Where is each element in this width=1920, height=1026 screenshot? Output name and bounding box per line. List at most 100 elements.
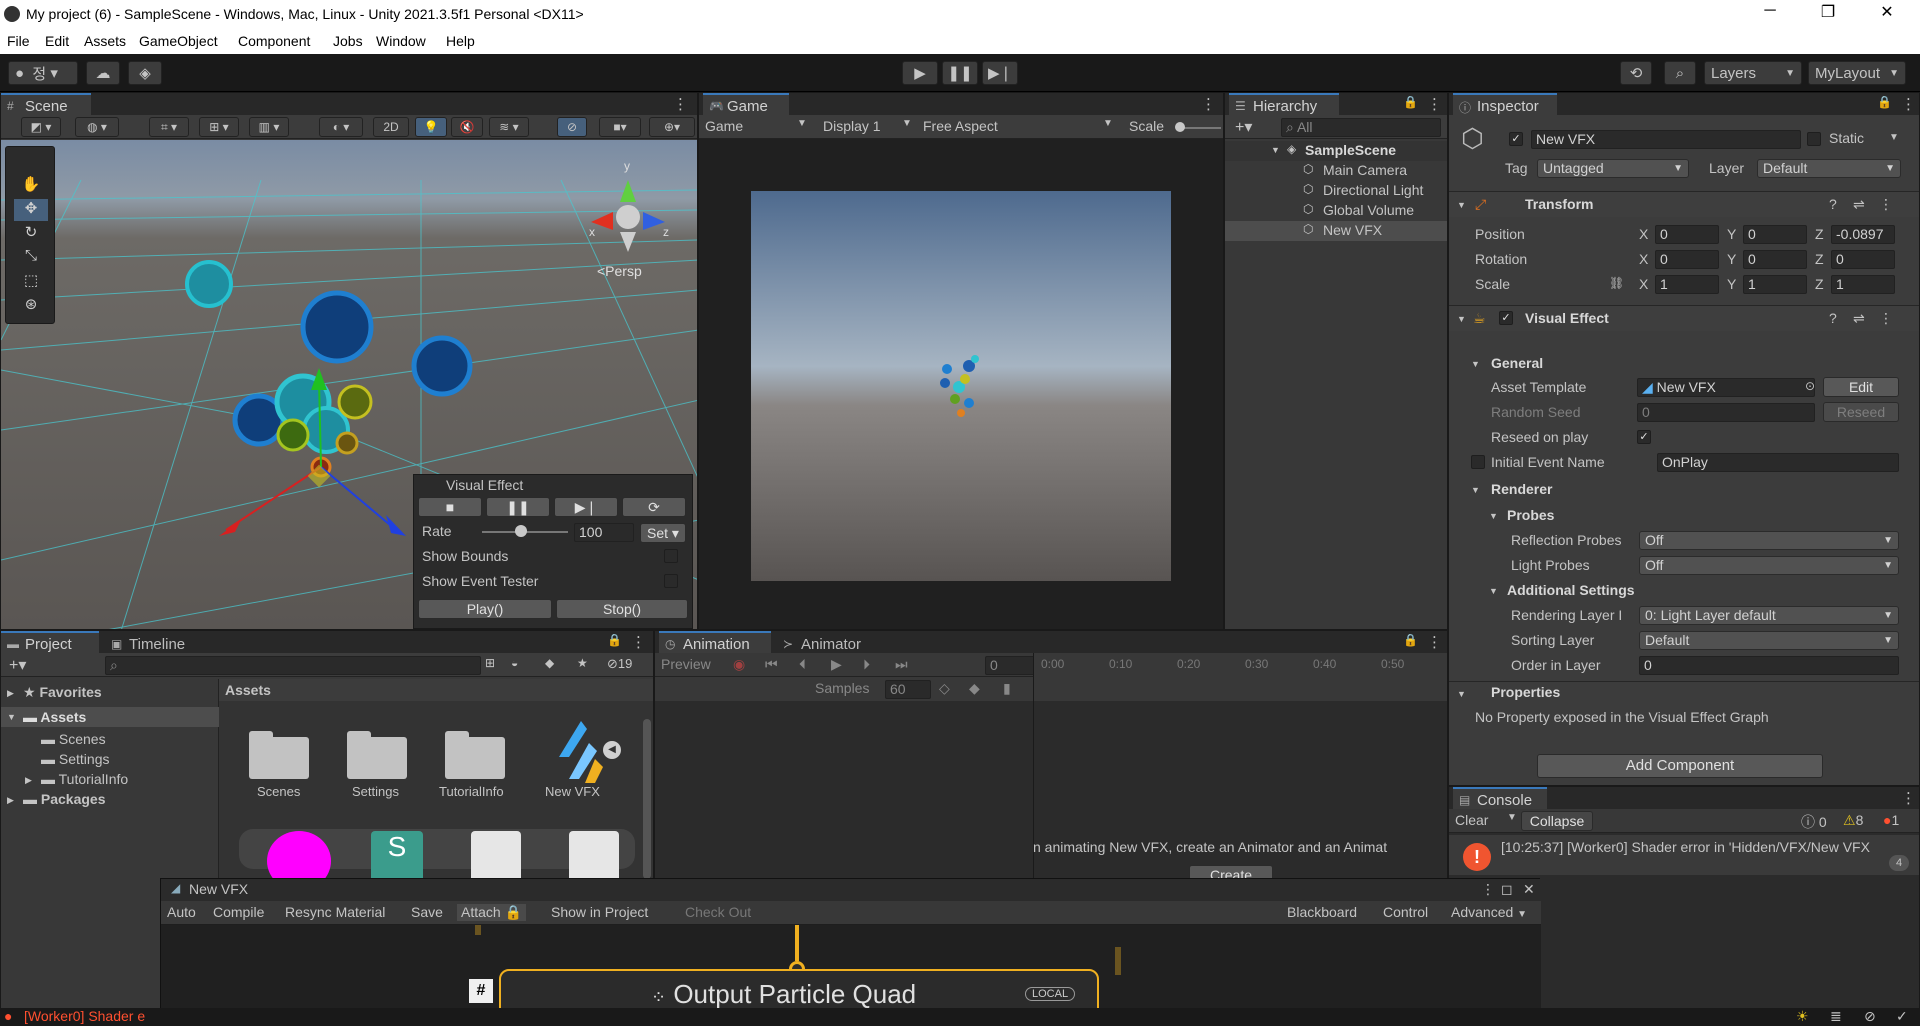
- vfx-restart-button[interactable]: ⟳: [622, 497, 686, 517]
- check-icon[interactable]: ✓: [1896, 1008, 1908, 1025]
- tab-timeline[interactable]: ▣ Timeline: [105, 631, 205, 653]
- tab-game[interactable]: 🎮 Game: [703, 93, 789, 115]
- expand-triangle-icon[interactable]: ▼: [1471, 359, 1480, 369]
- compile-button[interactable]: Compile: [213, 904, 264, 920]
- hierarchy-search-input[interactable]: ⌕ All: [1281, 118, 1441, 137]
- chevron-down-icon[interactable]: ▼: [1507, 812, 1517, 823]
- visual-effect-enabled-checkbox[interactable]: ✓: [1499, 311, 1513, 325]
- node-space-badge[interactable]: LOCAL: [1025, 987, 1076, 1001]
- asset-folder-tutorialinfo[interactable]: [445, 729, 505, 779]
- sorting-layer-dropdown[interactable]: Default ▼: [1639, 631, 1899, 650]
- scale-slider[interactable]: [1175, 122, 1221, 132]
- timeline-ruler[interactable]: 0:00 0:10 0:20 0:30 0:40 0:50: [1033, 653, 1447, 701]
- favorite-star-icon[interactable]: ★: [577, 656, 588, 670]
- game-menu-icon[interactable]: ⋮: [1201, 95, 1216, 113]
- aspect-dropdown[interactable]: Free Aspect: [923, 118, 998, 134]
- preset-icon[interactable]: ⇌: [1853, 310, 1865, 327]
- vfx-step-button[interactable]: ▶❘: [554, 497, 618, 517]
- effects-dropdown[interactable]: ≋ ▾: [489, 117, 529, 137]
- vfx-asset-thumbnail[interactable]: [549, 719, 609, 789]
- grid-snap-dropdown[interactable]: ⌗ ▾: [149, 117, 189, 137]
- layers-dropdown[interactable]: Layers ▼: [1704, 61, 1802, 85]
- menu-edit[interactable]: Edit: [45, 33, 69, 49]
- add-event-icon[interactable]: ▮: [1003, 680, 1011, 697]
- first-key-icon[interactable]: ⏮: [765, 656, 778, 673]
- object-name-field[interactable]: New VFX: [1531, 130, 1801, 149]
- rotation-x-field[interactable]: 0: [1655, 250, 1719, 269]
- account-dropdown[interactable]: ● 정 ▾: [8, 61, 78, 85]
- tree-folder-settings[interactable]: ▬ Settings: [41, 751, 109, 767]
- play-button[interactable]: ▶: [902, 61, 938, 85]
- lock-icon[interactable]: 🔒: [1403, 95, 1418, 109]
- mode-2d-toggle[interactable]: 2D: [373, 117, 409, 137]
- ruler-dropdown[interactable]: ▥ ▾: [249, 117, 289, 137]
- console-entry[interactable]: ! [10:25:37] [Worker0] Shader error in '…: [1449, 835, 1919, 875]
- play-icon[interactable]: ▶: [831, 656, 842, 673]
- collapse-toggle[interactable]: Collapse: [1521, 811, 1593, 831]
- hierarchy-item-selected[interactable]: ⬡ New VFX: [1225, 221, 1447, 241]
- asset-folder-scenes[interactable]: [249, 729, 309, 779]
- persp-label[interactable]: <Persp: [597, 263, 642, 279]
- attach-toggle[interactable]: Attach 🔒: [457, 904, 527, 921]
- collab-button[interactable]: ◈: [128, 61, 162, 85]
- expand-triangle-icon[interactable]: ▼: [1489, 511, 1498, 521]
- close-icon[interactable]: ✕: [1523, 881, 1535, 898]
- reseed-on-play-checkbox[interactable]: ✓: [1637, 430, 1651, 444]
- collapse-triangle-icon[interactable]: ▶: [25, 775, 32, 786]
- edit-asset-button[interactable]: Edit: [1823, 377, 1899, 397]
- advanced-dropdown[interactable]: Advanced ▼: [1451, 904, 1527, 920]
- blackboard-toggle[interactable]: Blackboard: [1287, 904, 1357, 920]
- frame-field[interactable]: 0: [985, 656, 1035, 675]
- breadcrumb-assets[interactable]: Assets: [225, 682, 271, 698]
- project-scrollbar[interactable]: [643, 719, 651, 879]
- hierarchy-item[interactable]: ⬡ Main Camera: [1225, 161, 1447, 181]
- show-bounds-checkbox[interactable]: [664, 549, 678, 563]
- hierarchy-scene-row[interactable]: ▼ ◈ SampleScene: [1225, 141, 1447, 161]
- samples-field[interactable]: 60: [885, 680, 931, 699]
- general-foldout[interactable]: General: [1491, 355, 1543, 371]
- transform-header[interactable]: ▼ ⤢ Transform ? ⇌ ⋮: [1449, 191, 1919, 217]
- assets-tree-item[interactable]: ▼ ▬ Assets: [1, 707, 219, 727]
- add-component-button[interactable]: Add Component: [1537, 754, 1823, 778]
- rotation-y-field[interactable]: 0: [1743, 250, 1807, 269]
- tab-animator[interactable]: ≻ Animator: [777, 631, 881, 653]
- order-in-layer-field[interactable]: 0: [1639, 656, 1899, 675]
- layout-dropdown[interactable]: MyLayout ▼: [1808, 61, 1906, 85]
- layer-dropdown[interactable]: Default ▼: [1757, 159, 1901, 178]
- tab-project[interactable]: ▬ Project: [1, 631, 99, 653]
- rotate-tool-icon[interactable]: ↻: [14, 223, 48, 245]
- expand-triangle-icon[interactable]: ▼: [1489, 586, 1498, 596]
- prev-key-icon[interactable]: ⏴: [799, 656, 806, 673]
- reflection-probes-dropdown[interactable]: Off ▼: [1639, 531, 1899, 550]
- audio-toggle[interactable]: 🔇: [451, 117, 483, 137]
- tag-dropdown[interactable]: Untagged ▼: [1537, 159, 1689, 178]
- clear-button[interactable]: Clear: [1455, 812, 1488, 828]
- menu-help[interactable]: Help: [446, 33, 475, 49]
- menu-jobs[interactable]: Jobs: [333, 33, 363, 49]
- hierarchy-menu-icon[interactable]: ⋮: [1427, 95, 1442, 113]
- expand-asset-icon[interactable]: ◀: [603, 741, 621, 759]
- restore-button[interactable]: ❐: [1818, 2, 1838, 22]
- gizmos-dropdown[interactable]: ⊕ ▾: [649, 117, 695, 137]
- key-filter-icon[interactable]: ◇: [939, 680, 950, 697]
- scale-y-field[interactable]: 1: [1743, 275, 1807, 294]
- expand-triangle-icon[interactable]: ▼: [1471, 485, 1480, 495]
- game-mode-dropdown[interactable]: Game: [705, 118, 743, 134]
- record-icon[interactable]: ◉: [733, 656, 745, 673]
- hierarchy-item[interactable]: ⬡ Global Volume: [1225, 201, 1447, 221]
- tab-inspector[interactable]: ⓘ Inspector: [1453, 93, 1557, 115]
- lighting-icon[interactable]: ☀: [1796, 1008, 1809, 1025]
- rotation-z-field[interactable]: 0: [1831, 250, 1895, 269]
- scene-viewport[interactable]: y x z <Persp ✋ ✥ ↻ ⤡ ⬚ ⊛ Visual Effect ■…: [1, 140, 697, 629]
- error-filter-toggle[interactable]: ●1: [1883, 812, 1899, 828]
- hidden-objects-toggle[interactable]: ⊘: [557, 117, 587, 137]
- snap-dropdown[interactable]: ⊞ ▾: [199, 117, 239, 137]
- project-menu-icon[interactable]: ⋮: [631, 633, 646, 651]
- animation-menu-icon[interactable]: ⋮: [1427, 633, 1442, 651]
- rate-slider-thumb[interactable]: [514, 525, 527, 537]
- pause-button[interactable]: ❚❚: [942, 61, 978, 85]
- vfx-stop-icon-button[interactable]: ■: [418, 497, 482, 517]
- minimize-button[interactable]: ─: [1760, 2, 1780, 20]
- collapse-triangle-icon[interactable]: ▶: [7, 795, 14, 806]
- menu-window[interactable]: Window: [376, 33, 426, 49]
